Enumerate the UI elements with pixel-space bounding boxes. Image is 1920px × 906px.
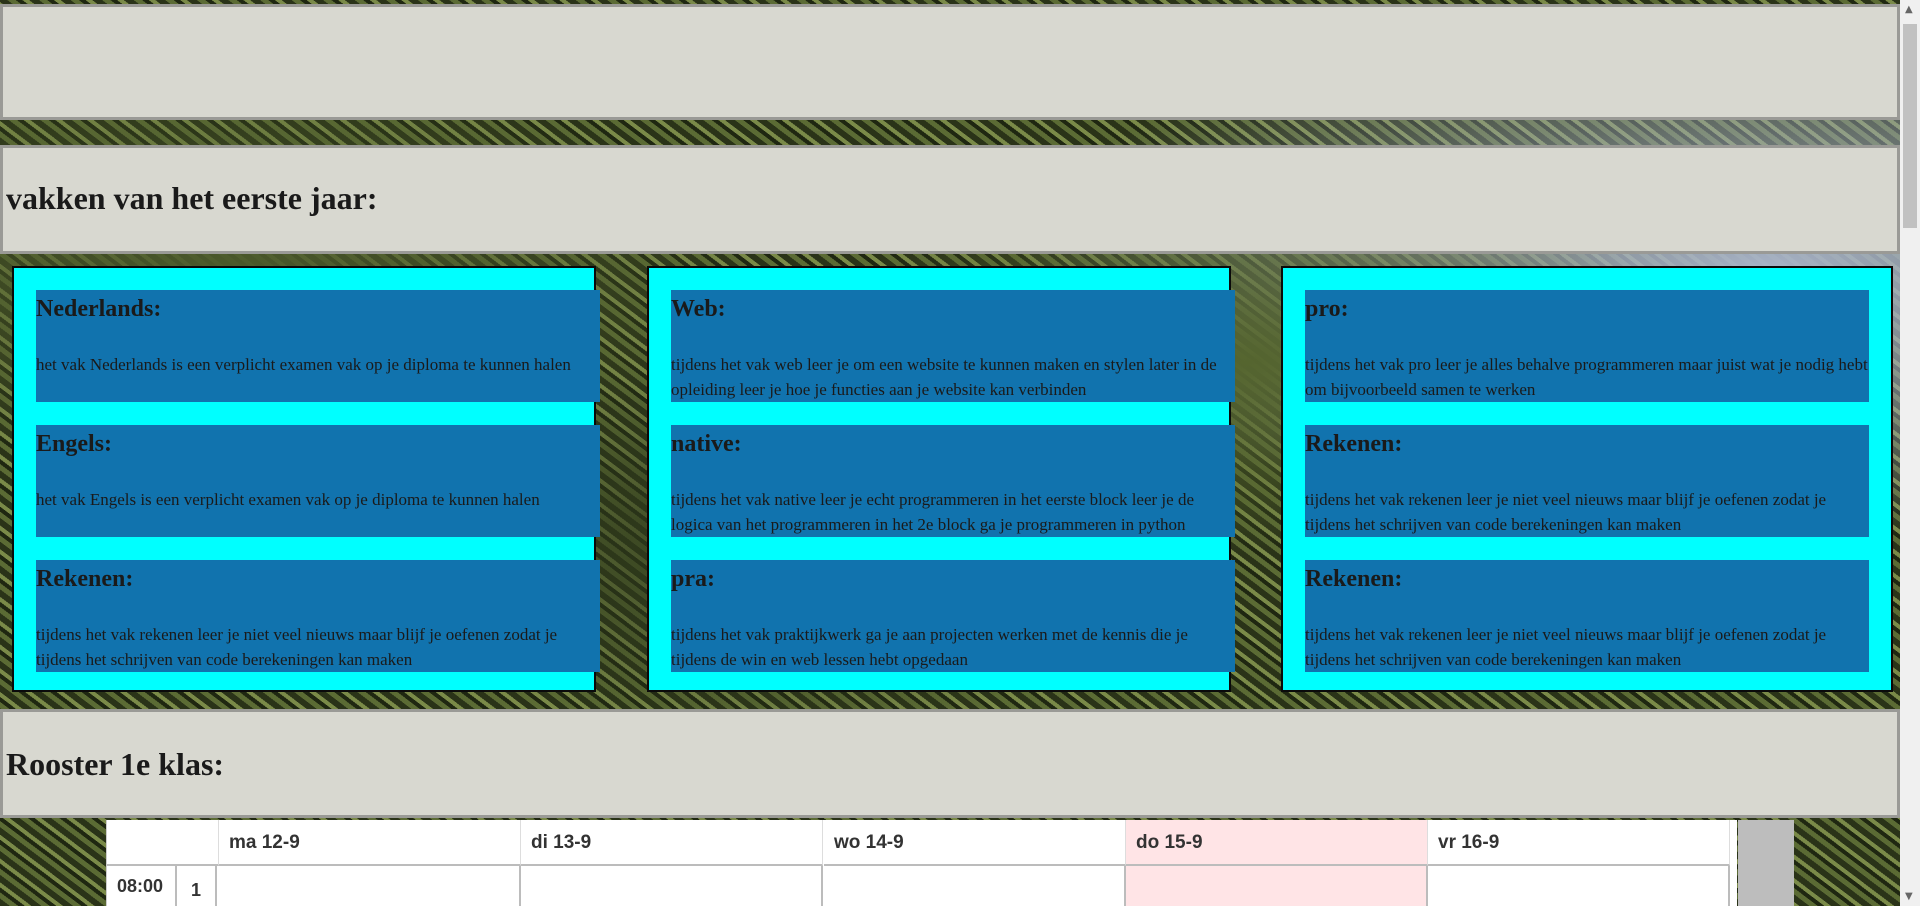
schedule-title: Rooster 1e klas: [6,746,225,782]
subject-description: tijdens het vak rekenen leer je niet vee… [1305,625,1827,669]
period-number: 1 [175,866,217,906]
subject-description: tijdens het vak praktijkwerk ga je aan p… [671,625,1188,669]
timetable-cell[interactable] [824,866,1126,906]
timetable: ma 12-9 di 13-9 wo 14-9 do 15-9 vr 16-9 … [106,820,1737,906]
subject-card: Rekenen: tijdens het vak rekenen leer je… [1305,560,1869,672]
subject-title: Nederlands: [36,296,162,322]
subject-description: tijdens het vak rekenen leer je niet vee… [36,625,558,669]
timetable-corner [107,820,219,866]
page-title: vakken van het eerste jaar: [6,180,378,216]
timetable-cell[interactable] [1126,866,1428,906]
schedule-header: Rooster 1e klas: [0,709,1900,818]
timetable-cell[interactable] [219,866,521,906]
subject-description: tijdens het vak rekenen leer je niet vee… [1305,490,1827,534]
subject-description: tijdens het vak native leer je echt prog… [671,490,1194,534]
timetable-cell[interactable] [1428,866,1730,906]
scroll-up-icon[interactable]: ▲ [1905,4,1913,15]
vertical-scrollbar[interactable]: ▲ ▼ [1900,0,1920,906]
subject-column-3: pro: tijdens het vak pro leer je alles b… [1281,266,1893,692]
top-banner [0,4,1900,120]
subject-title: Web: [671,296,726,322]
subject-title: pro: [1305,296,1349,322]
subject-description: het vak Nederlands is een verplicht exam… [36,355,571,374]
subject-description: tijdens het vak pro leer je alles behalv… [1305,355,1868,399]
subject-column-1: Nederlands: het vak Nederlands is een ve… [12,266,600,692]
day-header: wo 14-9 [824,820,1126,866]
subject-title: Rekenen: [36,566,134,592]
subject-card: Web: tijdens het vak web leer je om een … [671,290,1235,402]
subject-card: Rekenen: tijdens het vak rekenen leer je… [36,560,600,672]
timetable-side-strip [1738,820,1794,906]
subject-title: Engels: [36,431,113,457]
subject-title: Rekenen: [1305,431,1403,457]
subject-title: native: [671,431,742,457]
day-header: vr 16-9 [1428,820,1730,866]
subject-card: Rekenen: tijdens het vak rekenen leer je… [1305,425,1869,537]
subject-title: Rekenen: [1305,566,1403,592]
timetable-cell[interactable] [521,866,823,906]
time-label: 08:00 [117,876,164,896]
subject-card: pro: tijdens het vak pro leer je alles b… [1305,290,1869,402]
day-header: ma 12-9 [219,820,521,866]
day-header: di 13-9 [521,820,823,866]
scroll-down-icon[interactable]: ▼ [1905,891,1913,902]
scrollbar-thumb[interactable] [1903,24,1917,228]
subject-title: pra: [671,566,715,592]
subject-card: native: tijdens het vak native leer je e… [671,425,1235,537]
subject-column-2: Web: tijdens het vak web leer je om een … [647,266,1235,692]
subject-card: Nederlands: het vak Nederlands is een ve… [36,290,600,402]
subject-card: pra: tijdens het vak praktijkwerk ga je … [671,560,1235,672]
subjects-header: vakken van het eerste jaar: [0,145,1900,254]
subject-card: Engels: het vak Engels is een verplicht … [36,425,600,537]
page: vakken van het eerste jaar: Nederlands: … [0,0,1900,906]
day-header-highlighted: do 15-9 [1126,820,1428,866]
subject-description: het vak Engels is een verplicht examen v… [36,490,540,509]
subject-description: tijdens het vak web leer je om een websi… [671,355,1217,399]
